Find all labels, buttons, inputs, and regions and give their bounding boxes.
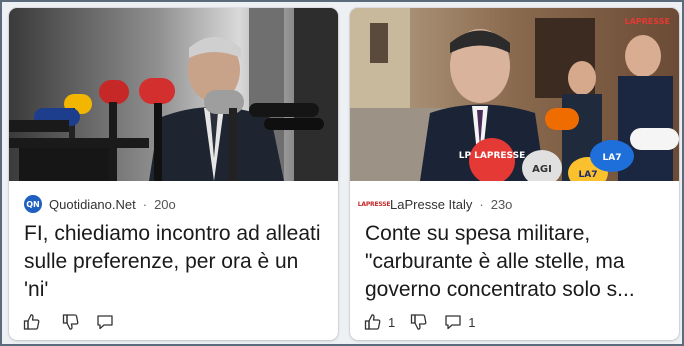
thumbs-up-icon — [23, 314, 40, 330]
dislike-button[interactable] — [409, 312, 429, 332]
mic-label: LA7 — [603, 153, 622, 163]
card-actions — [22, 311, 120, 333]
news-thumbnail[interactable]: LP LAPRESSE AGI LA7 LA7 LAPRESSE — [350, 8, 679, 181]
separator: · — [479, 196, 484, 212]
published-age: 20o — [154, 196, 176, 212]
publisher-name[interactable]: LaPresse Italy — [390, 197, 472, 212]
published-age: 23o — [490, 196, 513, 212]
press-conference-image — [9, 8, 338, 181]
publisher-logo: QN — [24, 195, 42, 213]
thumbs-up-icon — [364, 314, 381, 330]
publisher-name[interactable]: Quotidiano.Net — [49, 197, 136, 212]
mic-label: AGI — [532, 164, 552, 175]
comment-icon — [445, 315, 461, 330]
thumbs-down-icon — [411, 314, 427, 330]
mic-label: LA7 — [579, 170, 598, 180]
thumbs-down-icon — [62, 314, 79, 330]
like-button[interactable]: 1 — [363, 312, 395, 332]
news-card[interactable]: LP LAPRESSE AGI LA7 LA7 LAPRESSE LAPRESS… — [350, 8, 679, 340]
card-actions: 1 1 — [363, 311, 475, 333]
watermark: LAPRESSE — [625, 17, 670, 26]
headline[interactable]: FI, chiediamo incontro ad alleati sulle … — [24, 220, 326, 304]
mic-label: LP LAPRESSE — [459, 151, 526, 161]
comment-icon — [97, 315, 113, 330]
comment-button[interactable] — [95, 312, 120, 332]
like-button[interactable] — [22, 312, 47, 332]
publisher-logo: LAPRESSE — [357, 200, 391, 208]
dislike-button[interactable] — [61, 312, 81, 332]
interview-image: LP LAPRESSE AGI LA7 LA7 LAPRESSE — [350, 8, 679, 181]
source-row: QN Quotidiano.Net · 20o — [24, 195, 176, 213]
headline[interactable]: Conte su spesa militare, "carburante è a… — [365, 220, 667, 304]
news-thumbnail[interactable] — [9, 8, 338, 181]
like-count: 1 — [388, 314, 396, 330]
news-feed: QN Quotidiano.Net · 20o FI, chiediamo in… — [0, 0, 684, 346]
comment-count: 1 — [468, 314, 476, 330]
separator: · — [142, 196, 148, 212]
comment-button[interactable]: 1 — [443, 312, 475, 332]
source-row: LAPRESSE LaPresse Italy · 23o — [357, 195, 513, 213]
news-card[interactable]: QN Quotidiano.Net · 20o FI, chiediamo in… — [9, 8, 338, 340]
